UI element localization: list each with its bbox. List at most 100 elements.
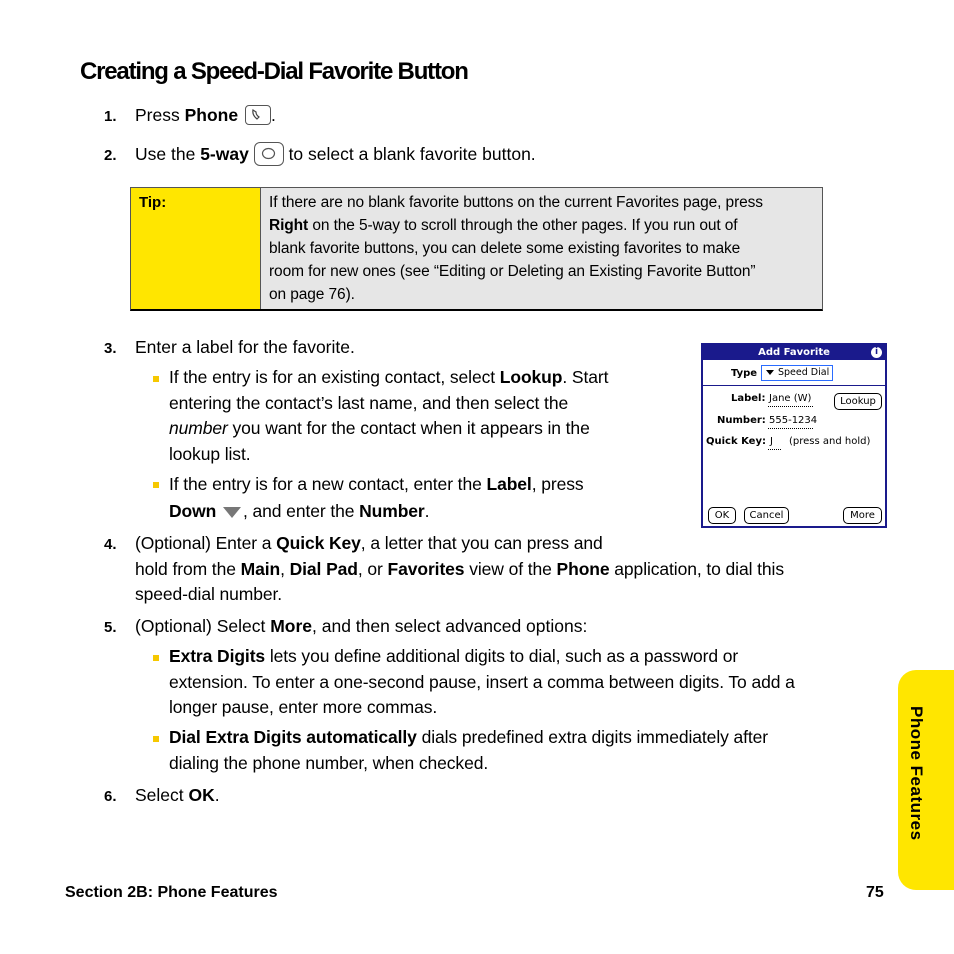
bullet-text: lets you define additional digits to dia… (265, 646, 739, 666)
tip-bold: Right (269, 217, 309, 234)
step-text: hold from the (135, 558, 241, 579)
step-text: application, to dial this (609, 558, 784, 579)
step-text: (Optional) Enter a (135, 533, 277, 553)
step-text: Enter a label for the favorite. (135, 337, 355, 357)
step-bold: Phone (556, 558, 610, 579)
bullet-italic: number (169, 418, 228, 438)
step-text: view of the (464, 558, 557, 579)
bullet-icon (153, 655, 159, 661)
dropdown-arrow-icon (766, 370, 774, 375)
page-title: Creating a Speed-Dial Favorite Button (80, 58, 469, 85)
step-bold: Phone (184, 105, 239, 125)
step-text: Select (135, 785, 189, 805)
step-bold: More (270, 616, 313, 636)
bullet-bold: Number (359, 501, 425, 521)
step-bold: Main (240, 558, 281, 579)
footer-section: Section 2B: Phone Features (65, 884, 278, 901)
bullet-icon (153, 376, 159, 382)
step-number: 5. (104, 619, 117, 636)
add-favorite-screen: Add Favorite i Type Speed Dial Label: Ja… (701, 343, 887, 528)
number-field[interactable]: 555-1234 (769, 415, 817, 426)
tip-line: room for new ones (see “Editing or Delet… (269, 263, 756, 280)
quick-key-field[interactable]: J (770, 436, 773, 447)
bullet-text: dials predefined extra digits immediatel… (416, 727, 769, 747)
section-side-tab: Phone Features (898, 670, 954, 890)
step-bold: Quick Key (276, 533, 361, 553)
bullet-extra-digits: Extra Digits lets you define additional … (169, 644, 795, 721)
bullet-text: dialing the phone number, when checked. (169, 752, 489, 773)
tip-line: Right on the 5-way to scroll through the… (269, 214, 816, 237)
bullet-text: lookup list. (169, 443, 251, 464)
step-number: 1. (104, 108, 117, 125)
step-text: Press (135, 105, 185, 125)
bullet-icon (153, 736, 159, 742)
phone-key-icon (244, 105, 271, 125)
bullet-bold: Label (486, 474, 532, 494)
step-text: . (270, 105, 276, 125)
quick-key-hint: (press and hold) (789, 436, 871, 447)
step-number: 6. (104, 788, 117, 805)
bullet-bold: Lookup (499, 367, 563, 387)
step-text: , a letter that you can press and (360, 533, 603, 553)
page-number: 75 (866, 884, 884, 901)
type-label: Type (731, 368, 758, 379)
bullet-text: extension. To enter a one-second pause, … (169, 671, 795, 692)
step-text: speed-dial number. (135, 584, 283, 604)
step-number: 3. (104, 340, 117, 357)
bullet-bold: Dial Extra Digits automatically (169, 727, 417, 747)
step-text: . (214, 785, 220, 805)
step-text: Use the (135, 144, 201, 164)
tip-line: on page 76). (269, 286, 355, 303)
step-text: , and then select advanced options: (312, 616, 588, 636)
tip-box: Tip: If there are no blank favorite butt… (130, 187, 823, 311)
bullet-text: you want for the contact when it appears… (227, 418, 590, 438)
bullet-dial-extra-digits: Dial Extra Digits automatically dials pr… (169, 725, 768, 776)
type-value: Speed Dial (778, 367, 830, 378)
bullet-text: longer pause, enter more commas. (169, 697, 438, 717)
bullet-text: entering the contact’s last name, and th… (169, 392, 569, 413)
bullet-icon (153, 482, 159, 488)
more-button[interactable]: More (843, 507, 882, 524)
label-field[interactable]: Jane (W) (769, 393, 811, 404)
step-bold: OK (188, 785, 215, 805)
step-bold: Dial Pad (289, 558, 358, 579)
lookup-button[interactable]: Lookup (834, 393, 882, 410)
divider (703, 385, 885, 386)
tip-line: blank favorite buttons, you can delete s… (269, 240, 741, 257)
step-bold: Favorites (387, 558, 465, 579)
label-label: Label: (731, 393, 766, 404)
tip-text: on the 5-way to scroll through the other… (308, 217, 738, 234)
bullet-text: If the entry is for an existing contact,… (169, 367, 500, 387)
five-way-navigator-icon (253, 142, 284, 166)
step-number: 2. (104, 147, 117, 164)
type-select[interactable]: Speed Dial (761, 365, 833, 381)
screen-title: Add Favorite (703, 345, 885, 360)
step-bold: 5-way (200, 144, 249, 164)
bullet-bold: Extra Digits (169, 646, 266, 666)
info-icon[interactable]: i (871, 347, 882, 358)
step-text: , or (357, 558, 388, 579)
side-tab-label: Phone Features (907, 706, 926, 841)
bullet-existing-contact: If the entry is for an existing contact,… (169, 365, 608, 467)
down-arrow-icon (223, 507, 241, 518)
bullet-new-contact: If the entry is for a new contact, enter… (169, 471, 584, 525)
step-text: to select a blank favorite button. (283, 144, 536, 164)
tip-body: If there are no blank favorite buttons o… (261, 188, 822, 309)
bullet-text: , and enter the (243, 501, 360, 521)
label-underline (768, 406, 814, 407)
step-text: (Optional) Select (135, 616, 271, 636)
bullet-text: , press (531, 474, 584, 494)
bullet-text: . Start (562, 367, 609, 387)
quick-key-underline (768, 449, 782, 450)
bullet-text: If the entry is for a new contact, enter… (169, 474, 487, 494)
bullet-bold: Down (169, 501, 217, 521)
cancel-button[interactable]: Cancel (744, 507, 789, 524)
tip-label: Tip: (131, 188, 261, 309)
number-underline (768, 428, 814, 429)
quick-key-label: Quick Key: (706, 436, 766, 447)
ok-button[interactable]: OK (708, 507, 736, 524)
bullet-text: . (424, 501, 430, 521)
number-label: Number: (717, 415, 766, 426)
step-text: , (280, 558, 290, 579)
step-number: 4. (104, 536, 117, 553)
